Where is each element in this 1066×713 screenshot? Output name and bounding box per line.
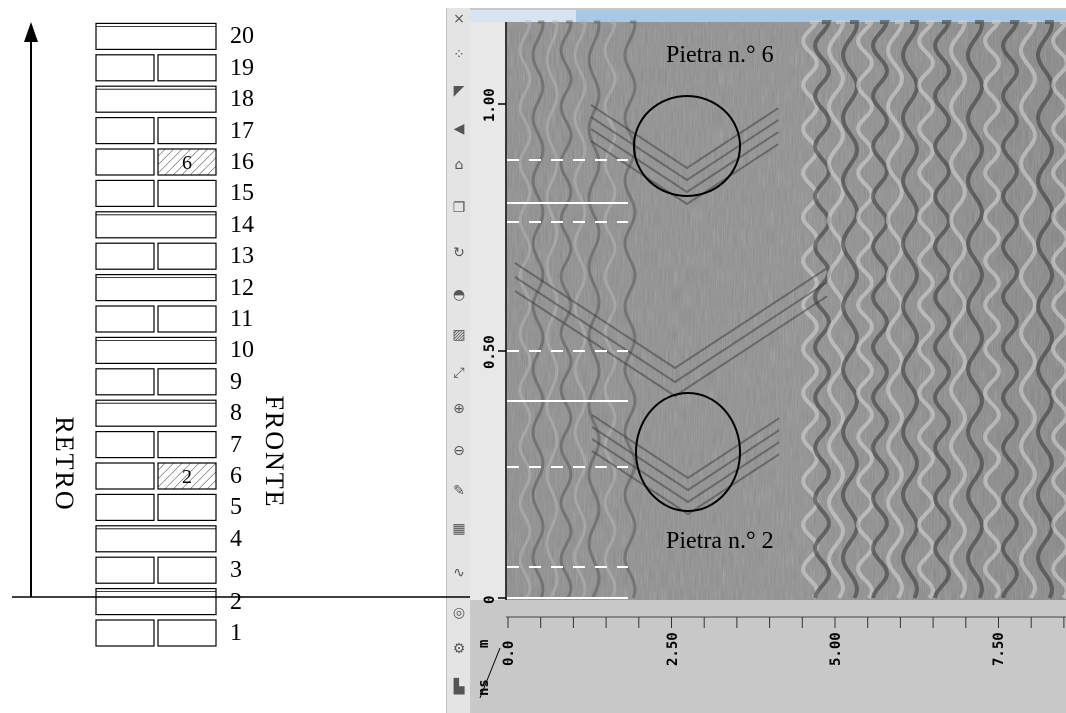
stone-6-label: Pietra n.° 6 — [666, 42, 774, 68]
brick-row-2 — [95, 587, 217, 616]
row-number: 11 — [230, 306, 254, 332]
row-number: 20 — [230, 23, 254, 50]
refresh-icon[interactable]: ↻ — [448, 242, 470, 264]
brick-row-11-front — [157, 305, 217, 333]
brick-row-7-front — [157, 431, 217, 459]
brick-row-13-front — [157, 242, 217, 270]
brick-row-10 — [95, 336, 217, 364]
row-number: 10 — [230, 337, 254, 364]
brick-row-18 — [95, 85, 217, 113]
row-number: 7 — [230, 431, 242, 458]
page-icon[interactable]: ▙ — [448, 676, 470, 698]
row-number: 15 — [230, 180, 254, 207]
wall-diagram: 26 — [24, 22, 217, 647]
row-number: 18 — [230, 86, 254, 113]
zoom-region-icon[interactable]: ▨ — [448, 324, 470, 346]
brick-row-3-back — [95, 556, 155, 584]
brick-row-19-front — [157, 54, 217, 82]
curve-icon[interactable]: ∿ — [448, 562, 470, 584]
row-number: 12 — [230, 274, 254, 301]
brick-row-19-back — [95, 54, 155, 82]
stone-2-label: Pietra n.° 2 — [666, 528, 774, 554]
row-number: 16 — [230, 149, 254, 175]
x-tick-label: 5.00 — [828, 632, 844, 666]
hatched-stone-label: 6 — [182, 152, 192, 174]
brick-row-4 — [95, 525, 217, 553]
row-number: 13 — [230, 243, 254, 270]
y-tick-label: 0.50 — [482, 335, 498, 369]
row-number: 2 — [230, 588, 242, 615]
brick-row-1-front — [157, 619, 217, 647]
radargram-svg: 0.02.505.007.50mns 1.000.500 — [470, 20, 1066, 713]
grid-icon[interactable]: ▦ — [448, 518, 470, 540]
x-tick-label: 0.0 — [501, 641, 517, 666]
brick-row-5-front — [157, 493, 217, 521]
vertical-arrow-head — [24, 22, 38, 42]
copy-icon[interactable]: ❐ — [448, 197, 470, 219]
radargram-noise — [507, 22, 1066, 600]
retro-label: RETRO — [50, 416, 79, 512]
brick-row-14 — [95, 211, 217, 239]
brick-row-8 — [95, 399, 217, 427]
brick-row-13-back — [95, 242, 155, 270]
hatched-stone-label: 2 — [182, 466, 192, 488]
brick-row-1-back — [95, 619, 155, 647]
home-icon[interactable]: ⌂ — [448, 154, 470, 176]
brick-row-5-back — [95, 493, 155, 521]
x-tick-label: 2.50 — [665, 632, 681, 666]
target-icon[interactable]: ◎ — [448, 602, 470, 624]
brick-row-11-back — [95, 305, 155, 333]
brick-row-17-front — [157, 116, 217, 145]
zoom-out-icon[interactable]: ⊖ — [448, 440, 470, 462]
select-arrow-icon[interactable]: ◤ — [448, 80, 470, 102]
close-icon[interactable]: × — [448, 8, 470, 30]
brick-row-7-back — [95, 431, 155, 459]
row-number: 8 — [230, 400, 242, 427]
figure: 26 RETRO FRONTE × ⁘ ◤ ◀ ⌂ ❐ ↻ ◓ ▨ ⤢ ⊕ ⊖ ✎ ▦ ∿ ◎ ⚙ ▙ — [0, 0, 1066, 713]
brick-row-12 — [95, 274, 217, 302]
brick-row-17-back — [95, 116, 155, 145]
brick-row-3-front — [157, 556, 217, 584]
brick-row-15-front — [157, 179, 217, 207]
brick-row-16-back — [95, 148, 155, 176]
fronte-label: FRONTE — [260, 395, 289, 509]
paint-icon[interactable]: ✎ — [448, 480, 470, 502]
brick-row-9-front — [157, 368, 217, 396]
x-tick-label: 7.50 — [991, 632, 1007, 666]
dots-icon[interactable]: ⁘ — [448, 44, 470, 66]
brick-row-9-back — [95, 368, 155, 396]
gear-icon[interactable]: ⚙ — [448, 638, 470, 660]
y-tick-label: 1.00 — [482, 88, 498, 122]
brick-row-6-back — [95, 462, 155, 490]
row-number: 4 — [230, 525, 242, 552]
brick-row-20 — [95, 22, 217, 50]
expand-icon[interactable]: ⤢ — [448, 362, 470, 384]
y-tick-label: 0 — [482, 596, 498, 604]
row-number: 3 — [230, 557, 242, 584]
row-number: 14 — [230, 211, 254, 238]
zoom-in-icon[interactable]: ⊕ — [448, 398, 470, 420]
row-number: 17 — [230, 117, 254, 144]
y-unit-label: m — [476, 640, 492, 648]
play-back-icon[interactable]: ◀ — [448, 118, 470, 140]
row-number: 6 — [230, 463, 242, 489]
row-number: 1 — [230, 620, 242, 646]
circle-half-icon[interactable]: ◓ — [448, 284, 470, 306]
row-number: 5 — [230, 494, 242, 521]
row-number: 9 — [230, 368, 242, 395]
brick-row-15-back — [95, 179, 155, 207]
row-number: 19 — [230, 54, 254, 81]
